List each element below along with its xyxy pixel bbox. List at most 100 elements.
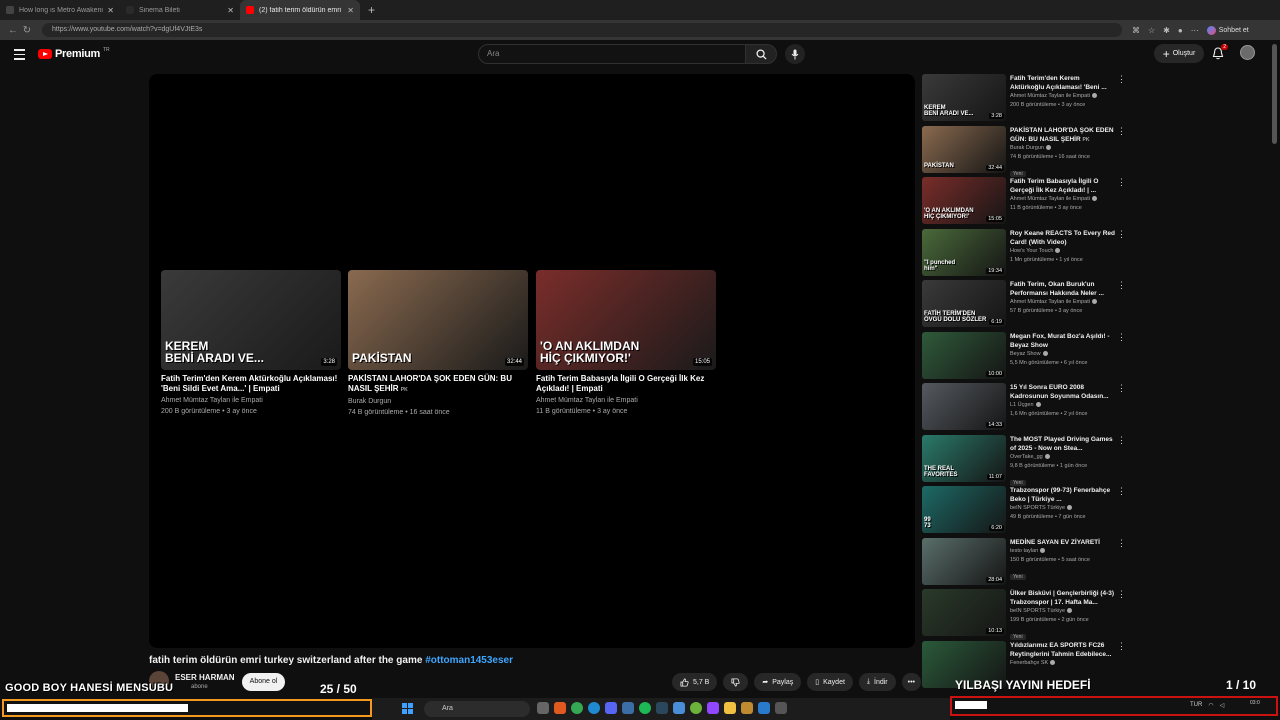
channel-name[interactable]: ESER HARMAN	[175, 673, 235, 682]
close-icon[interactable]: ✕	[107, 6, 114, 15]
notifications-button[interactable]: 2	[1212, 44, 1228, 61]
hashtag-link[interactable]: #ottoman1453eser	[425, 655, 513, 666]
steam-icon[interactable]	[656, 702, 668, 714]
like-button[interactable]: 5,7 B	[672, 673, 718, 691]
translate-icon[interactable]: ⌘	[1132, 26, 1140, 35]
recommended-video[interactable]: 'O AN AKLIMDAN HİÇ ÇIKMIYOR!' 15:05 Fatih …	[922, 177, 1132, 225]
recommended-video[interactable]: FATİH TERİM'DEN ÖVGÜ DOLU SÖZLER 6:19 Fati…	[922, 280, 1132, 328]
recommended-title[interactable]: The MOST Played Driving Games of 2025 - …	[1010, 435, 1115, 453]
create-button[interactable]: + Oluştur	[1154, 44, 1204, 63]
recommended-title[interactable]: Ülker Bisküvi | Gençlerbirliği (4-3) Tra…	[1010, 589, 1115, 607]
endscreen-video-card[interactable]: PAKİSTAN 32:44 PAKİSTAN LAHOR'DA ŞOK EDEN …	[348, 270, 528, 417]
more-vert-icon[interactable]: ⋮	[1117, 126, 1126, 137]
menu-icon[interactable]	[14, 49, 25, 60]
recommended-video[interactable]: 10:00 Megan Fox, Murat Boz'a Aşıldı! - Be…	[922, 331, 1132, 380]
taskbar-search[interactable]: Ara	[424, 701, 530, 717]
recommended-thumbnail[interactable]: KEREM BENİ ARADI VE... 3:28	[922, 74, 1006, 121]
more-vert-icon[interactable]: ⋮	[1117, 74, 1126, 85]
task-view-icon[interactable]	[537, 702, 549, 714]
recommended-thumbnail[interactable]: FATİH TERİM'DEN ÖVGÜ DOLU SÖZLER 6:19	[922, 280, 1006, 327]
clock[interactable]: 03:0	[1250, 700, 1260, 707]
download-button[interactable]: ⤓ İndir	[858, 673, 896, 691]
recommended-video[interactable]: "I punched him" 19:34 Roy Keane REACTS To …	[922, 228, 1132, 277]
more-vert-icon[interactable]: ⋮	[1117, 641, 1126, 652]
dislike-button[interactable]	[723, 673, 749, 691]
subscribe-button[interactable]: Abone ol	[242, 673, 285, 691]
xbox-icon[interactable]	[690, 702, 702, 714]
save-button[interactable]: ▯ Kaydet	[807, 673, 853, 691]
browser-tab[interactable]: Sinema Bileti ✕	[120, 0, 240, 20]
new-tab-button[interactable]: +	[368, 3, 375, 17]
recommended-thumbnail[interactable]: 10:13	[922, 589, 1006, 636]
search-button[interactable]	[745, 44, 777, 64]
more-vert-icon[interactable]: ⋮	[1117, 435, 1126, 446]
browser-tab[interactable]: How long is Metro Awakening? | H ✕	[0, 0, 120, 20]
recommended-title[interactable]: 15 Yıl Sonra EURO 2008 Kadrosunun Soyunm…	[1010, 383, 1115, 401]
more-vert-icon[interactable]: ⋮	[1117, 383, 1126, 394]
endcard-thumbnail[interactable]: PAKİSTAN 32:44	[348, 270, 528, 370]
url-field[interactable]: https://www.youtube.com/watch?v=dgUf4VJt…	[42, 23, 1122, 37]
recommended-title[interactable]: Fatih Terim, Okan Buruk'un Performansı H…	[1010, 280, 1115, 298]
more-vert-icon[interactable]: ⋮	[1117, 177, 1126, 188]
more-vert-icon[interactable]: ⋮	[1117, 486, 1126, 497]
endcard-title[interactable]: Fatih Terim Babasıyla İlgili O Gerçeği İ…	[536, 374, 716, 394]
endscreen-video-card[interactable]: KEREM BENİ ARADI VE... 3:28 Fatih Terim'de…	[161, 270, 341, 416]
recommended-title[interactable]: PAKİSTAN LAHOR'DA ŞOK EDEN GÜN: BU NASIL…	[1010, 126, 1115, 144]
recommended-video[interactable]: PAKİSTAN 32:44 PAKİSTAN LAHOR'DA ŞOK EDEN …	[922, 125, 1132, 177]
recommended-title[interactable]: Fatih Terim Babasıyla İlgili O Gerçeği İ…	[1010, 177, 1115, 195]
recommended-video[interactable]: 14:33 15 Yıl Sonra EURO 2008 Kadrosunun S…	[922, 383, 1132, 431]
recommended-channel[interactable]: OverTake_gg	[1010, 453, 1115, 462]
endcard-title[interactable]: Fatih Terim'den Kerem Aktürkoğlu Açıklam…	[161, 374, 341, 394]
recommended-channel[interactable]: Ahmet Mümtaz Taylan ile Empati	[1010, 298, 1115, 307]
share-button[interactable]: ➦ Paylaş	[754, 673, 802, 691]
scrollbar[interactable]	[1272, 44, 1277, 144]
recommended-channel[interactable]: Ahmet Mümtaz Taylan ile Empati	[1010, 195, 1115, 204]
recommended-channel[interactable]: Ahmet Mümtaz Taylan ile Empati	[1010, 92, 1115, 101]
recommended-video[interactable]: 28:04 MEDİNE SAYAN EV ZİYARETİ testo tayla…	[922, 537, 1132, 586]
recommended-title[interactable]: Trabzonspor (99-73) Fenerbahçe Beko | Tü…	[1010, 486, 1115, 504]
recommended-channel[interactable]: beIN SPORTS Türkiye	[1010, 504, 1115, 513]
recommended-thumbnail[interactable]: 'O AN AKLIMDAN HİÇ ÇIKMIYOR!' 15:05	[922, 177, 1006, 224]
account-avatar[interactable]	[1240, 45, 1255, 60]
voice-search-button[interactable]	[785, 44, 805, 64]
spotify-icon[interactable]	[639, 702, 651, 714]
more-vert-icon[interactable]: ⋮	[1117, 280, 1126, 291]
app2-icon[interactable]	[673, 702, 685, 714]
close-icon[interactable]: ✕	[347, 6, 354, 15]
discord-icon[interactable]	[605, 702, 617, 714]
youtube-logo[interactable]: Premium TR	[38, 47, 110, 60]
recommended-title[interactable]: Fatih Terim'den Kerem Aktürkoğlu Açıklam…	[1010, 74, 1115, 92]
recommended-video[interactable]: THE REAL FAVORITES 11:07 The MOST Played D…	[922, 434, 1132, 486]
extensions-icon[interactable]: ✱	[1163, 26, 1170, 35]
windows-start-icon[interactable]	[402, 703, 413, 714]
recommended-thumbnail[interactable]: 99 73 6:20	[922, 486, 1006, 533]
recommended-channel[interactable]: testo taylan	[1010, 547, 1115, 556]
obs-icon[interactable]	[775, 702, 787, 714]
back-icon[interactable]: ←	[6, 25, 20, 36]
menu-dots-icon[interactable]: ⋯	[1191, 26, 1199, 35]
recommended-video[interactable]: 10:13 Ülker Bisküvi | Gençlerbirliği (4-3…	[922, 589, 1132, 640]
recommended-channel[interactable]: How's Your Touch	[1010, 247, 1115, 256]
recommended-video[interactable]: 99 73 6:20 Trabzonspor (99-73) Fenerbahçe …	[922, 486, 1132, 534]
recommended-thumbnail[interactable]: 28:04	[922, 537, 1006, 585]
wifi-icon[interactable]: ◠	[1208, 702, 1213, 709]
endscreen-video-card[interactable]: 'O AN AKLIMDAN HİÇ ÇIKMIYOR!' 15:05 Fatih …	[536, 270, 716, 416]
recommended-title[interactable]: MEDİNE SAYAN EV ZİYARETİ	[1010, 538, 1115, 547]
recommended-channel[interactable]: Beyaz Show	[1010, 350, 1115, 359]
more-actions-button[interactable]: •••	[901, 673, 921, 691]
recommended-thumbnail[interactable]: THE REAL FAVORITES 11:07	[922, 434, 1006, 482]
edge-icon[interactable]	[588, 702, 600, 714]
bookmark-star-icon[interactable]: ☆	[1148, 26, 1155, 35]
folder-icon[interactable]	[741, 702, 753, 714]
brave-icon[interactable]	[554, 702, 566, 714]
reload-icon[interactable]: ↻	[20, 25, 34, 36]
recommended-channel[interactable]: beIN SPORTS Türkiye	[1010, 607, 1115, 616]
more-vert-icon[interactable]: ⋮	[1117, 538, 1126, 549]
language-indicator[interactable]: TUR	[1190, 702, 1202, 709]
recommended-video[interactable]: KEREM BENİ ARADI VE... 3:28 Fatih Terim'de…	[922, 74, 1132, 122]
recommended-title[interactable]: Yıldızlarımız EA SPORTS FC26 Reytingleri…	[1010, 641, 1115, 659]
recommended-channel[interactable]: Burak Durgun	[1010, 144, 1115, 153]
endcard-thumbnail[interactable]: 'O AN AKLIMDAN HİÇ ÇIKMIYOR!' 15:05	[536, 270, 716, 370]
close-icon[interactable]: ✕	[227, 6, 234, 15]
recommended-thumbnail[interactable]: PAKİSTAN 32:44	[922, 125, 1006, 173]
